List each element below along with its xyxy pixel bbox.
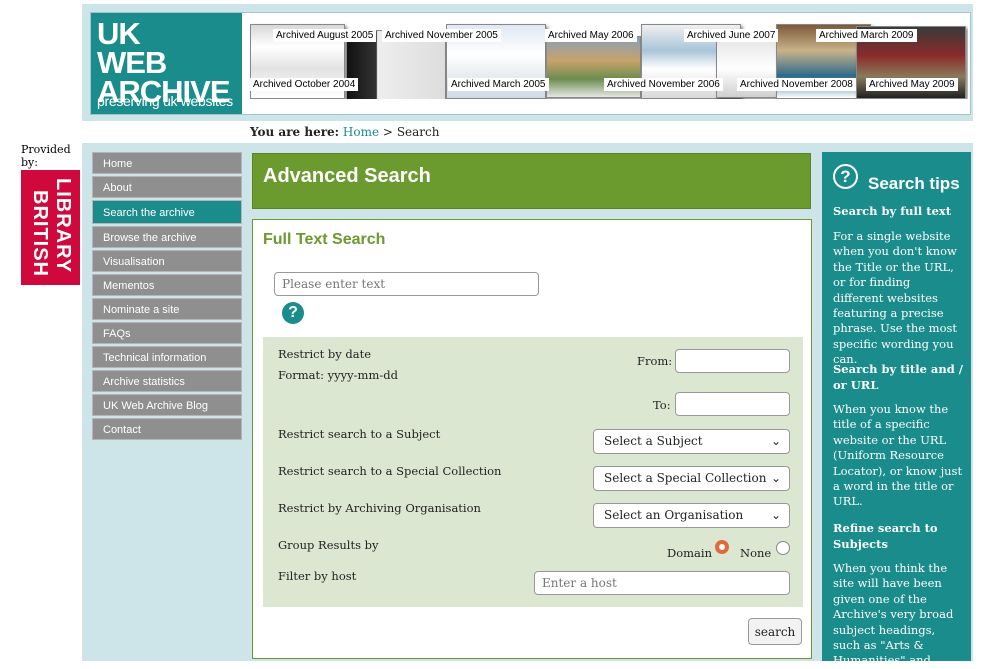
- nav-item-contact[interactable]: Contact: [92, 418, 242, 440]
- tip-body-subjects: When you think the site will have been g…: [833, 561, 954, 668]
- group-option-none-radio[interactable]: [776, 541, 790, 555]
- tip-heading-title-url: Search by title and / or URL: [833, 362, 963, 392]
- date-to-input[interactable]: [675, 392, 790, 416]
- breadcrumb: You are here: Home > Search: [250, 125, 439, 139]
- archive-label: Archived November 2008: [737, 78, 856, 91]
- subject-select[interactable]: Select a Subject ⌄: [593, 429, 790, 454]
- tip-heading-subjects: Refine search to Subjects: [833, 521, 938, 551]
- full-text-heading: Full Text Search: [263, 231, 386, 248]
- archive-collage: Archived August 2005 Archived November 2…: [246, 14, 968, 99]
- tip-body-title-url: When you know the title of a specific we…: [833, 402, 963, 509]
- archive-label: Archived August 2005: [273, 29, 377, 42]
- nav-item-mementos[interactable]: Mementos: [92, 274, 242, 296]
- logo-tagline: preserving uk websites: [97, 93, 233, 109]
- archive-label: Archived May 2009: [866, 78, 958, 91]
- host-filter-input[interactable]: [534, 571, 790, 595]
- nav-item-search-the-archive[interactable]: Search the archive: [92, 200, 242, 224]
- nav-item-technical-information[interactable]: Technical information: [92, 346, 242, 368]
- nav-item-blog[interactable]: UK Web Archive Blog: [92, 394, 242, 416]
- archive-label: Archived June 2007: [684, 29, 779, 42]
- host-filter-label: Filter by host: [278, 569, 357, 583]
- chevron-down-icon: ⌄: [770, 471, 781, 485]
- help-icon[interactable]: ?: [282, 302, 304, 324]
- chevron-down-icon: ⌄: [770, 434, 781, 448]
- tip-body-full-text: For a single website when you don't know…: [833, 229, 958, 367]
- archive-label: Archived May 2006: [545, 29, 637, 42]
- nav-item-nominate-a-site[interactable]: Nominate a site: [92, 298, 242, 320]
- group-results-label: Group Results by: [278, 538, 379, 552]
- subject-label: Restrict search to a Subject: [278, 427, 441, 441]
- page-title: Advanced Search: [263, 165, 431, 187]
- date-from-input[interactable]: [675, 349, 790, 373]
- organisation-select[interactable]: Select an Organisation ⌄: [593, 503, 790, 528]
- bl-logo-british: BRITISH: [29, 190, 51, 277]
- archive-label: Archived March 2009: [816, 29, 917, 42]
- nav-item-archive-statistics[interactable]: Archive statistics: [92, 370, 242, 392]
- collection-select[interactable]: Select a Special Collection ⌄: [593, 466, 790, 491]
- search-button[interactable]: search: [748, 618, 802, 645]
- group-option-domain-radio[interactable]: [715, 540, 729, 554]
- organisation-label: Restrict by Archiving Organisation: [278, 501, 481, 515]
- bl-logo-library: LIBRARY: [52, 178, 74, 274]
- group-option-domain-label: Domain: [667, 546, 712, 560]
- archive-label: Archived October 2004: [250, 78, 359, 91]
- organisation-select-value: Select an Organisation: [604, 508, 744, 522]
- nav-item-faqs[interactable]: FAQs: [92, 322, 242, 344]
- archive-label: Archived November 2006: [604, 78, 723, 91]
- collection-label: Restrict search to a Special Collection: [278, 464, 502, 478]
- help-circle-icon: ?: [833, 164, 858, 189]
- date-format-label: Format: yyyy-mm-dd: [278, 368, 398, 382]
- nav-item-browse-the-archive[interactable]: Browse the archive: [92, 226, 242, 248]
- archive-label: Archived November 2005: [382, 29, 501, 42]
- breadcrumb-current: Search: [396, 125, 440, 139]
- to-label: To:: [653, 398, 671, 412]
- provided-by-label: Provided by:: [21, 143, 71, 169]
- tip-heading-full-text: Search by full text: [833, 204, 952, 218]
- left-nav: Home About Search the archive Browse the…: [92, 152, 242, 442]
- nav-item-home[interactable]: Home: [92, 152, 242, 174]
- nav-item-about[interactable]: About: [92, 176, 242, 198]
- full-text-input[interactable]: [274, 272, 539, 296]
- breadcrumb-separator: >: [382, 125, 393, 139]
- breadcrumb-prefix: You are here:: [250, 125, 340, 139]
- nav-item-visualisation[interactable]: Visualisation: [92, 250, 242, 272]
- subject-select-value: Select a Subject: [604, 434, 703, 448]
- date-label: Restrict by date: [278, 347, 372, 361]
- group-option-none-label: None: [740, 546, 772, 560]
- breadcrumb-home-link[interactable]: Home: [343, 125, 379, 139]
- british-library-logo[interactable]: BRITISH LIBRARY: [21, 170, 80, 285]
- collection-select-value: Select a Special Collection: [604, 471, 767, 485]
- archive-label: Archived March 2005: [448, 78, 549, 91]
- chevron-down-icon: ⌄: [770, 508, 781, 522]
- uk-web-archive-logo[interactable]: UK WEB ARCHIVE preserving uk websites: [91, 13, 242, 114]
- search-tips-title: Search tips: [868, 174, 960, 193]
- from-label: From:: [637, 354, 673, 368]
